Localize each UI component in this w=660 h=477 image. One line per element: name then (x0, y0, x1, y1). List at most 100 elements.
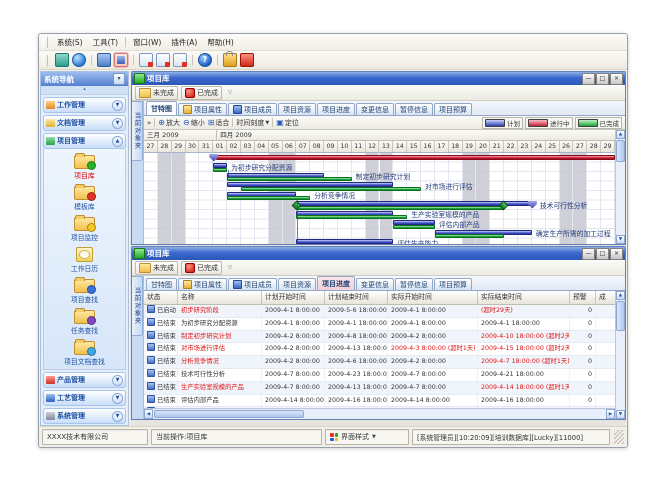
close-button[interactable]: × (610, 248, 623, 260)
table-row-0[interactable]: 已启动初步研究阶段2009-4-1 8:00:002009-5-6 18:00:… (144, 305, 615, 318)
resize-grip[interactable] (614, 430, 624, 444)
tab-3[interactable]: 项目资源 (278, 103, 316, 115)
scroll-down-arrow[interactable]: ▼ (616, 410, 625, 419)
unfinished-button[interactable]: 未完成 (135, 261, 178, 275)
close-button[interactable]: × (610, 73, 623, 85)
fit-button[interactable]: ⊞适合 (208, 118, 230, 128)
toolbar-more-button[interactable]: ▽ (225, 90, 235, 96)
column-header-6[interactable]: 预警 (570, 291, 596, 304)
current-object-tab[interactable]: 当前对象夹 (132, 276, 143, 336)
doc-del-icon[interactable] (173, 53, 187, 67)
finished-button[interactable]: 已完成 (181, 86, 222, 100)
sidebar-section-top-2[interactable]: 项目管理▲ (43, 133, 126, 149)
sidebar-item-5[interactable]: 任务查找 (71, 306, 98, 335)
gantt-summary-bar[interactable] (216, 155, 615, 160)
tab-2[interactable]: 项目成员 (228, 278, 277, 290)
table-row-2[interactable]: 已结束制定初步研究计划2009-4-2 8:00:002009-4-8 18:0… (144, 331, 615, 344)
tab-6[interactable]: 暂停信息 (395, 278, 433, 290)
gantt-bar-actual[interactable] (296, 215, 407, 219)
minimize-button[interactable]: — (582, 73, 595, 85)
sidebar-section-top-1[interactable]: 文档管理▼ (43, 115, 126, 131)
lock-icon[interactable] (223, 53, 237, 67)
tab-2[interactable]: 项目成员 (228, 103, 277, 115)
sidebar-section-bottom-2[interactable]: 系统管理▼ (43, 408, 126, 424)
zoom-out-button[interactable]: ⊖缩小 (183, 118, 205, 128)
unfinished-button[interactable]: 未完成 (135, 86, 178, 100)
sidebar-item-1[interactable]: 模板库 (74, 182, 95, 211)
tab-1[interactable]: 项目属性 (178, 278, 227, 290)
more-chevrons-button[interactable]: » (147, 119, 151, 127)
table-row-4[interactable]: 已结束分析竞争情况2009-4-2 8:00:002009-4-6 18:00:… (144, 356, 615, 369)
column-header-7[interactable]: 成 (596, 291, 615, 304)
gantt-bar-actual[interactable] (296, 244, 393, 245)
sidebar-item-2[interactable]: 项目监控 (71, 213, 98, 242)
section-chevron-icon[interactable]: ▼ (112, 393, 123, 404)
column-header-4[interactable]: 实际开始时间 (388, 291, 478, 304)
column-header-1[interactable]: 名称 (178, 291, 262, 304)
scrollbar-track[interactable] (616, 332, 625, 410)
scrollbar-thumb[interactable] (616, 140, 625, 162)
toolbar-more-button[interactable]: ▽ (225, 265, 235, 271)
scroll-down-arrow[interactable]: ▼ (616, 235, 625, 244)
column-header-3[interactable]: 计划结束时间 (325, 291, 388, 304)
table-row-3[interactable]: 已结束对市场进行评估2009-4-2 8:00:002009-4-13 18:0… (144, 343, 615, 356)
table-row-7[interactable]: 已结束评估内部产品2009-4-14 8:00:002009-4-16 18:0… (144, 395, 615, 408)
tab-5[interactable]: 变更信息 (356, 278, 394, 290)
tab-7[interactable]: 项目预算 (434, 278, 472, 290)
restore-button[interactable]: □ (596, 248, 609, 260)
doc-open-icon[interactable] (156, 53, 170, 67)
scrollbar-track[interactable] (305, 409, 606, 419)
scrollbar-thumb[interactable] (154, 410, 304, 418)
table-vertical-scrollbar[interactable]: ▲ ▼ (615, 291, 625, 419)
globe-icon[interactable] (72, 53, 86, 67)
ui-style-dropdown[interactable]: 界面样式 ▼ (325, 429, 409, 445)
scroll-up-arrow[interactable]: ▲ (616, 291, 625, 300)
sidebar-section-bottom-0[interactable]: 产品管理▼ (43, 372, 126, 388)
menu-item-1[interactable]: 工具(T) (88, 36, 123, 49)
tab-0[interactable]: 甘特图 (146, 278, 177, 290)
section-chevron-icon[interactable]: ▼ (112, 118, 123, 129)
zoom-in-button[interactable]: ⊕放大 (158, 118, 180, 128)
gantt-bar-actual[interactable] (241, 187, 421, 191)
tab-6[interactable]: 暂停信息 (395, 103, 433, 115)
doc-new-icon[interactable] (139, 53, 153, 67)
sidebar-item-6[interactable]: 项目文档查找 (64, 337, 105, 366)
gantt-bar-actual[interactable] (227, 177, 352, 181)
tab-0[interactable]: 甘特图 (146, 101, 177, 115)
restore-button[interactable]: □ (596, 73, 609, 85)
scroll-left-arrow[interactable]: ◀ (144, 409, 153, 419)
table-horizontal-scrollbar[interactable]: ◀ ▶ (144, 408, 615, 419)
tab-1[interactable]: 项目属性 (178, 103, 227, 115)
menu-item-3[interactable]: 插件(A) (166, 36, 202, 49)
window-icon[interactable] (55, 53, 69, 67)
section-chevron-icon[interactable]: ▼ (112, 100, 123, 111)
gantt-bar-actual[interactable] (435, 234, 504, 238)
section-chevron-icon[interactable]: ▲ (112, 136, 123, 147)
sidebar-item-4[interactable]: 项目查找 (71, 275, 98, 304)
table-row-6[interactable]: 已结束生产实验室规模的产品2009-4-7 8:00:002009-4-13 1… (144, 382, 615, 395)
scroll-right-arrow[interactable]: ▶ (606, 409, 615, 419)
tab-3[interactable]: 项目资源 (278, 278, 316, 290)
sidebar-item-0[interactable]: 项目库 (74, 151, 95, 180)
child-title-bar[interactable]: 项目库 — □ × (132, 72, 625, 85)
locate-button[interactable]: ▣定位 (276, 118, 299, 128)
gantt-bar-actual[interactable] (393, 225, 435, 229)
column-header-5[interactable]: 实际结束时间 (478, 291, 570, 304)
tab-5[interactable]: 变更信息 (356, 103, 394, 115)
sidebar-scroll-up-strip[interactable]: ▴ (41, 86, 128, 95)
gantt-bar-actual[interactable] (296, 206, 504, 210)
tab-4[interactable]: 项目进度 (317, 276, 355, 290)
toolbar-grip[interactable] (43, 55, 48, 66)
sidebar-item-3[interactable]: 工作日历 (71, 244, 98, 273)
gantt-vertical-scrollbar[interactable]: ▲ ▼ (615, 130, 625, 244)
help-icon[interactable] (198, 53, 212, 67)
scrollbar-thumb[interactable] (616, 301, 625, 331)
exit-icon[interactable] (240, 53, 254, 67)
sidebar-section-bottom-1[interactable]: 工艺管理▼ (43, 390, 126, 406)
menu-item-2[interactable]: 窗口(W) (128, 36, 166, 49)
time-scale-dropdown[interactable]: 时间刻度▼ (236, 118, 269, 128)
gantt-bar-actual[interactable] (213, 168, 227, 172)
scrollbar-track[interactable] (616, 163, 625, 235)
menu-item-4[interactable]: 帮助(H) (202, 36, 239, 49)
sidebar-collapse-button[interactable]: ▾ (113, 73, 125, 85)
